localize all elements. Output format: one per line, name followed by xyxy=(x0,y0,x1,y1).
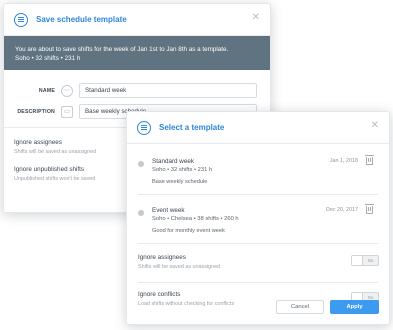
close-icon[interactable]: ✕ xyxy=(371,121,379,131)
template-description: Good for monthly event week xyxy=(152,228,225,234)
divider xyxy=(138,282,378,283)
close-icon[interactable]: ✕ xyxy=(252,13,260,23)
toggle-knob xyxy=(352,256,363,265)
select-modal-header: Select a template ✕ xyxy=(127,112,389,144)
name-input[interactable]: Standard week xyxy=(79,83,257,98)
template-item-event-week[interactable]: Event week Soho • Chelsea • 38 shifts • … xyxy=(127,201,389,239)
name-field-row: NAME ⋯ Standard week xyxy=(4,82,270,99)
banner-summary: Soho • 32 shifts • 231 h xyxy=(15,55,81,62)
cancel-button[interactable]: Cancel xyxy=(276,300,324,314)
toggle-subtitle: Shifts will be saved as unassigned xyxy=(138,264,221,270)
save-modal-header: Save schedule template ✕ xyxy=(4,4,270,36)
toggle-row-ignore-assignees: Ignore assignees Shifts will be saved as… xyxy=(127,254,389,278)
description-label: DESCRIPTION xyxy=(17,108,55,115)
divider xyxy=(138,243,378,244)
template-date: Dec 20, 2017 xyxy=(325,207,358,213)
schedule-logo-icon xyxy=(137,120,151,135)
name-label: NAME xyxy=(38,87,55,94)
template-name: Standard week xyxy=(152,158,195,165)
template-description: Base weekly schedule xyxy=(152,179,208,185)
template-radio[interactable] xyxy=(138,161,144,167)
trash-icon[interactable] xyxy=(365,155,374,165)
banner-message: You are about to save shifts for the wee… xyxy=(15,46,229,53)
template-meta: Soho • 32 shifts • 231 h xyxy=(152,167,213,173)
modal-actions: Cancel Apply xyxy=(276,300,379,314)
template-item-standard-week[interactable]: Standard week Soho • 32 shifts • 231 h B… xyxy=(127,152,389,190)
template-date: Jan 1, 2018 xyxy=(329,158,358,164)
schedule-logo-icon xyxy=(14,12,28,27)
template-radio[interactable] xyxy=(138,210,144,216)
toggle-state: No xyxy=(367,258,374,263)
save-modal-title: Save schedule template xyxy=(36,15,127,24)
ignore-assignees-toggle[interactable]: No xyxy=(351,255,379,266)
select-template-modal: Select a template ✕ Standard week Soho •… xyxy=(126,111,390,325)
info-banner: You are about to save shifts for the wee… xyxy=(4,36,270,70)
tag-icon: ⋯ xyxy=(61,84,73,97)
apply-button[interactable]: Apply xyxy=(330,300,379,314)
toggle-title: Ignore assignees xyxy=(138,254,186,261)
select-modal-title: Select a template xyxy=(159,123,225,132)
comment-icon: ▭ xyxy=(61,105,73,118)
divider xyxy=(138,194,378,195)
trash-icon[interactable] xyxy=(365,204,374,214)
template-name: Event week xyxy=(152,207,185,214)
toggle-title: Ignore conflicts xyxy=(138,291,181,298)
template-meta: Soho • Chelsea • 38 shifts • 260 h xyxy=(152,216,239,222)
